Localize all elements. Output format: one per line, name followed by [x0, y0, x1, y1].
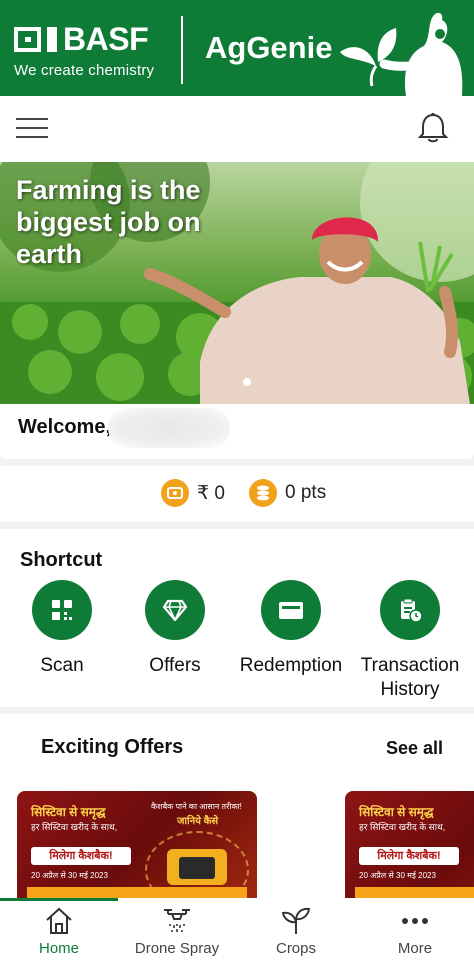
shortcut-section: Shortcut Scan Offers Redemption Transact… [0, 529, 474, 707]
offer-card[interactable]: सिस्टिवा से समृद्ध हर सिस्टिवा खरीद के स… [345, 791, 474, 900]
offer-dates: 20 अप्रैल से 30 मई 2023 [31, 871, 108, 880]
offer-headline: सिस्टिवा से समृद्ध [359, 805, 434, 819]
offer-subtext: हर सिस्टिवा खरीद के साथ, [31, 822, 118, 832]
shortcut-label: Offers [149, 655, 201, 676]
shortcut-label: Scan [40, 655, 84, 676]
offer-card[interactable]: सिस्टिवा से समृद्ध हर सिस्टिवा खरीद के स… [17, 791, 257, 900]
redacted-username [108, 408, 230, 448]
welcome-label: Welcome, [18, 416, 111, 438]
brand-divider [181, 16, 183, 84]
brand-header: BASF We create chemistry AgGenie [0, 0, 474, 96]
nav-home[interactable]: Home [0, 904, 118, 957]
welcome-card: Welcome, [0, 404, 474, 459]
product-pack-icon [167, 849, 227, 885]
hero-banner[interactable]: Farming is the biggest job on earth [0, 162, 474, 404]
shortcut-label: Transaction History [360, 655, 460, 700]
offers-title: Exciting Offers [41, 736, 184, 758]
cash-balance[interactable]: ₹ 0 [161, 479, 225, 507]
see-all-link[interactable]: See all [386, 738, 443, 759]
basf-square-mark [14, 26, 41, 52]
shortcut-redemption[interactable]: Redemption [231, 580, 351, 678]
nav-label: Home [38, 940, 79, 957]
cash-icon [161, 479, 189, 507]
more-dots-icon [402, 918, 428, 924]
shortcut-transaction-history[interactable]: Transaction History [350, 580, 470, 702]
top-bar [0, 96, 474, 162]
offer-right-caption: कैशबैक पाने का आसान तरीका! [151, 802, 242, 811]
coins-icon [249, 479, 277, 507]
notification-bell-icon[interactable] [416, 112, 450, 144]
app-name: AgGenie [205, 30, 333, 65]
nav-label: Crops [275, 940, 316, 957]
sprout-icon [281, 907, 311, 934]
offer-cashback: मिलेगा कैशबैक! [359, 847, 459, 865]
qr-scan-icon [32, 580, 92, 640]
nav-crops[interactable]: Crops [237, 904, 355, 957]
basf-tagline: We create chemistry [14, 62, 155, 79]
wallet-icon [261, 580, 321, 640]
offer-subtext: हर सिस्टिवा खरीद के साथ, [359, 822, 446, 832]
nav-label: Drone Spray [134, 940, 220, 957]
offer-headline: सिस्टिवा से समृद्ध [31, 805, 106, 819]
bottom-nav: Home Drone Spray Crops More [0, 898, 474, 964]
basf-wordmark: BASF [63, 21, 149, 57]
menu-icon[interactable] [16, 118, 48, 140]
shortcut-offers[interactable]: Offers [115, 580, 235, 678]
basf-dash-mark [47, 26, 57, 52]
basf-logo: BASF We create chemistry [14, 21, 155, 79]
cash-value: ₹ 0 [197, 482, 225, 504]
drone-icon [164, 909, 190, 932]
offer-right-title: जानिये कैसे [177, 816, 219, 827]
points-balance[interactable]: 0 pts [249, 479, 326, 507]
offer-dates: 20 अप्रैल से 30 मई 2023 [359, 871, 436, 880]
nav-label: More [397, 940, 433, 957]
diamond-icon [145, 580, 205, 640]
genie-mascot-icon [340, 13, 463, 96]
shortcut-scan[interactable]: Scan [2, 580, 122, 678]
balance-bar: ₹ 0 0 pts [0, 466, 474, 522]
shortcut-title: Shortcut [20, 549, 103, 571]
shortcut-label: Redemption [239, 655, 343, 676]
points-value: 0 pts [285, 482, 327, 503]
home-icon [46, 907, 72, 934]
offers-section: Exciting Offers See all सिस्टिवा से समृद… [0, 714, 474, 900]
offer-cashback: मिलेगा कैशबैक! [31, 847, 131, 865]
hero-title: Farming is the biggest job on earth [16, 175, 201, 269]
nav-drone-spray[interactable]: Drone Spray [118, 904, 236, 957]
carousel-indicator[interactable] [243, 378, 251, 386]
clipboard-clock-icon [380, 580, 440, 640]
nav-more[interactable]: More [356, 904, 474, 957]
active-tab-indicator [0, 898, 118, 901]
